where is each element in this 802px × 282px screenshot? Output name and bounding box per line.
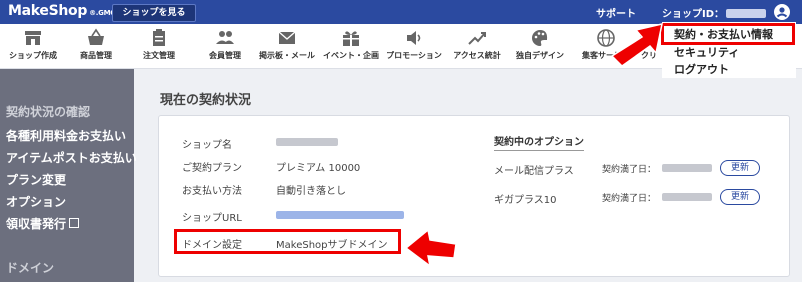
option-name-giga: ギガプラス10	[494, 195, 557, 206]
shop-name-value	[276, 138, 338, 146]
option-expiry-label-mail: 契約満了日：	[602, 165, 657, 175]
nav-orders[interactable]: 注文管理	[130, 24, 188, 68]
speaker-icon	[407, 31, 421, 45]
nav-promotion[interactable]: プロモーション	[384, 24, 444, 68]
people-icon	[216, 31, 234, 44]
sidebar-section-contract: 契約状況の確認	[6, 105, 91, 119]
label-shop-name: ショップ名	[182, 140, 232, 151]
clipboard-icon	[153, 29, 165, 46]
nav-shop-create[interactable]: ショップ作成	[4, 24, 62, 68]
plan-value: プレミアム 10000	[276, 163, 361, 174]
nav-members[interactable]: 会員管理	[196, 24, 254, 68]
makeshop-logo[interactable]: MakeShop ®.GMO	[8, 3, 116, 19]
option-name-mail: メール配信プラス	[494, 166, 574, 177]
nav-events[interactable]: イベント・企画	[320, 24, 382, 68]
basket-icon	[88, 28, 104, 45]
top-bar: MakeShop ®.GMO ショップを見る サポート ショップID：	[0, 0, 802, 24]
view-shop-button[interactable]: ショップを見る	[112, 4, 196, 22]
sidebar-item-options[interactable]: オプション	[6, 193, 66, 210]
nav-products[interactable]: 商品管理	[68, 24, 124, 68]
nav-design[interactable]: 独自デザイン	[510, 24, 570, 68]
trend-icon	[468, 32, 486, 45]
sidebar-item-fees[interactable]: 各種利用料金お支払い	[6, 127, 126, 144]
options-title: 契約中のオプション	[494, 133, 584, 151]
option-expiry-label-giga: 契約満了日：	[602, 194, 657, 204]
renew-button-giga[interactable]: 更新	[720, 189, 760, 205]
nav-analytics[interactable]: アクセス統計	[448, 24, 506, 68]
sidebar-item-plan-change[interactable]: プラン変更	[6, 171, 66, 188]
payment-value: 自動引き落とし	[276, 186, 346, 197]
shop-id-menu[interactable]: ショップID：	[662, 5, 767, 20]
gift-icon	[343, 31, 359, 46]
sidebar-section-domain: ドメイン	[6, 261, 55, 275]
nav-board-mail[interactable]: 掲示板・メール	[256, 24, 318, 68]
red-arrow-icon	[404, 228, 457, 268]
dropdown-item-logout[interactable]: ログアウト	[674, 61, 729, 77]
option-expiry-giga	[662, 193, 712, 201]
user-icon[interactable]	[774, 4, 790, 20]
sidebar-item-itempost[interactable]: アイテムポストお支払い	[6, 149, 137, 166]
shop-url-link[interactable]	[276, 211, 404, 219]
palette-icon	[532, 30, 548, 46]
label-shop-url: ショップURL	[182, 213, 242, 224]
dropdown-item-security[interactable]: セキュリティ	[674, 44, 739, 60]
renew-button-mail[interactable]: 更新	[720, 160, 760, 176]
page-title: 現在の契約状況	[160, 93, 252, 108]
storefront-icon	[25, 31, 41, 45]
sidebar-item-receipt[interactable]: 領収書発行	[6, 215, 80, 232]
red-arrow-icon	[610, 23, 663, 67]
highlight-contract-menu	[661, 23, 795, 45]
option-expiry-mail	[662, 164, 712, 172]
label-payment: お支払い方法	[182, 186, 242, 197]
external-link-icon	[69, 218, 80, 228]
mail-icon	[278, 31, 296, 44]
highlight-domain-row	[174, 229, 401, 254]
label-plan: ご契約プラン	[182, 163, 242, 174]
sidebar: 契約状況の確認 各種利用料金お支払い アイテムポストお支払い プラン変更 オプシ…	[0, 69, 137, 282]
support-link[interactable]: サポート	[596, 5, 636, 20]
